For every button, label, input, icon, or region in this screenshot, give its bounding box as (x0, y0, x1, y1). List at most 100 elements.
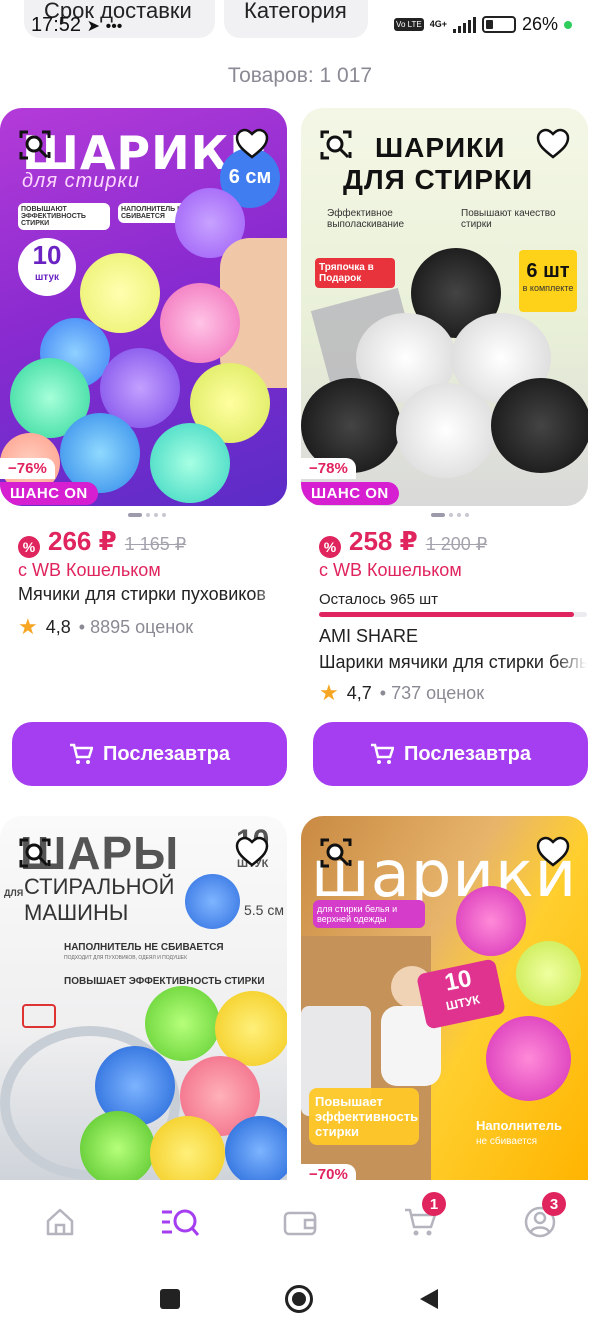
status-icons: Vo LTE 4G+ 26% (394, 14, 572, 35)
volte-icon: Vo LTE (394, 18, 424, 31)
wallet-label: с WB Кошельком (319, 560, 462, 580)
size-label: 5.5 см (244, 902, 284, 918)
favorite-heart-icon[interactable] (235, 836, 269, 868)
product-card[interactable]: шарики для стирки белья и верхней одежды… (301, 816, 588, 1180)
product-card[interactable]: ШАРЫ ДЛЯ СТИРАЛЬНОЙ МАШИНЫ 10 ШТУК 5.5 с… (0, 816, 287, 1180)
home-button-icon[interactable] (285, 1284, 313, 1313)
count-number: 10 (32, 240, 62, 270)
catalog-search-icon (162, 1209, 200, 1236)
product-image[interactable]: шарики для стирки белья и верхней одежды… (301, 816, 588, 1180)
ball (215, 991, 287, 1066)
discount-percent-icon: % (18, 536, 40, 558)
visual-search-icon[interactable] (319, 128, 353, 162)
image-subline: для стирки (22, 170, 141, 192)
old-price: 1 165 ₽ (124, 534, 187, 554)
indicator-dot-icon (564, 20, 572, 29)
image-feature1: НАПОЛНИТЕЛЬ НЕ СБИВАЕТСЯ (64, 942, 224, 953)
ball (60, 413, 140, 493)
rating-value: 4,7 (346, 682, 372, 703)
promo-badge: ШАНС ON (0, 482, 98, 505)
ball (486, 1016, 571, 1101)
ball (456, 886, 526, 956)
rating: ★ 4,7 • 737 оценок (319, 680, 484, 706)
discount-percent-icon: % (319, 536, 341, 558)
wallet-icon (283, 1211, 317, 1236)
system-navigation (0, 1264, 600, 1333)
stock-left: Осталось 965 шт (319, 591, 439, 608)
nav-home[interactable] (0, 1180, 120, 1264)
items-count: Товаров: 1 017 (227, 64, 373, 87)
network-type: 4G+ (429, 19, 447, 29)
count-word: штук (34, 272, 60, 283)
nav-profile[interactable]: 3 (480, 1180, 600, 1264)
ball (516, 941, 581, 1006)
product-image[interactable]: ШАРЫ ДЛЯ СТИРАЛЬНОЙ МАШИНЫ 10 ШТУК 5.5 с… (0, 816, 287, 1180)
add-to-cart-button[interactable]: Послезавтра (12, 722, 287, 786)
bottom-nav: 1 3 (0, 1180, 600, 1264)
product-title[interactable]: Шарики мячики для стирки белья (319, 652, 587, 673)
image-line2: МАШИНЫ (24, 900, 129, 925)
profile-badge: 3 (542, 1192, 566, 1216)
favorite-heart-icon[interactable] (235, 128, 269, 160)
favorite-heart-icon[interactable] (536, 836, 570, 868)
brand-name[interactable]: AMI SHARE (319, 626, 418, 647)
image-pagination (128, 513, 166, 517)
count-badge: 10 штук (18, 238, 76, 296)
ball (80, 253, 160, 333)
count-number: 6 шт (526, 260, 570, 282)
ball (80, 1111, 155, 1180)
image-feature1-sub: ПОДХОДИТ ДЛЯ ПУХОВИКОВ, ОДЕЯЛ И ПОДУШЕК (64, 955, 188, 961)
favorite-heart-icon[interactable] (536, 128, 570, 160)
visual-search-icon[interactable] (319, 836, 353, 870)
clock: 17:52 (31, 14, 82, 36)
ball (491, 378, 588, 473)
visual-search-icon[interactable] (18, 128, 52, 162)
image-prefix: ДЛЯ (4, 888, 24, 898)
product-image[interactable]: ШАРИКИ для стирки ПОВЫШАЮТ ЭФФЕКТИВНОСТЬ… (0, 108, 287, 506)
old-price: 1 200 ₽ (425, 534, 488, 554)
reviews-text: 8895 оценок (90, 616, 194, 637)
cart-badge: 1 (422, 1192, 446, 1216)
gift-badge: Тряпочка в Подарок (315, 258, 395, 288)
product-image[interactable]: ШАРИКИ ДЛЯ СТИРКИ Эффективное выполаскив… (301, 108, 588, 506)
product-card[interactable]: ШАРИКИ для стирки ПОВЫШАЮТ ЭФФЕКТИВНОСТЬ… (0, 108, 287, 808)
nav-cart[interactable]: 1 (360, 1180, 480, 1264)
image-line1: СТИРАЛЬНОЙ (24, 874, 175, 899)
wallet-label: с WB Кошельком (18, 560, 161, 580)
price: 266 ₽ (48, 526, 117, 556)
recent-apps-icon[interactable] (160, 1288, 180, 1309)
product-title[interactable]: Мячики для стирки пуховиков (18, 584, 286, 605)
star-icon: ★ (18, 614, 38, 639)
ball (160, 283, 240, 363)
visual-search-icon[interactable] (18, 836, 52, 870)
rating-value: 4,8 (45, 616, 71, 637)
image-feature2-sub: не сбивается (476, 1136, 538, 1147)
filter-category-chip[interactable]: Категория (224, 0, 368, 38)
review-count: • 737 оценок (379, 682, 485, 703)
cart-icon (70, 743, 93, 764)
back-icon[interactable] (418, 1287, 440, 1311)
image-pagination (431, 513, 469, 517)
image-feature2: ПОВЫШАЕТ ЭФФЕКТИВНОСТЬ СТИРКИ (64, 976, 265, 987)
signal-icon (452, 16, 476, 33)
cart-icon (371, 743, 394, 764)
image-headline2: ДЛЯ СТИРКИ (343, 164, 534, 195)
price-row: % 258 ₽ 1 200 ₽ (319, 526, 488, 558)
discount-badge: −76% (0, 458, 55, 479)
image-feature1: Повышает эффективность стирки (309, 1088, 419, 1145)
button-label: Послезавтра (404, 742, 531, 765)
reviews-text: 737 оценок (391, 682, 485, 703)
telegram-icon: ➤ (86, 18, 101, 35)
image-feature1: ПОВЫШАЮТ ЭФФЕКТИВНОСТЬ СТИРКИ (18, 203, 110, 230)
stock-progress (319, 612, 587, 617)
ball (396, 383, 496, 478)
more-icon: ••• (105, 18, 123, 35)
add-to-cart-button[interactable]: Послезавтра (313, 722, 588, 786)
nav-wallet[interactable] (240, 1180, 360, 1264)
promo-badge: ШАНС ON (301, 482, 399, 505)
ball (145, 986, 220, 1061)
product-card[interactable]: ШАРИКИ ДЛЯ СТИРКИ Эффективное выполаскив… (301, 108, 588, 808)
filter-category-label: Категория (244, 0, 347, 23)
battery-icon (481, 16, 516, 33)
nav-catalog[interactable] (120, 1180, 240, 1264)
